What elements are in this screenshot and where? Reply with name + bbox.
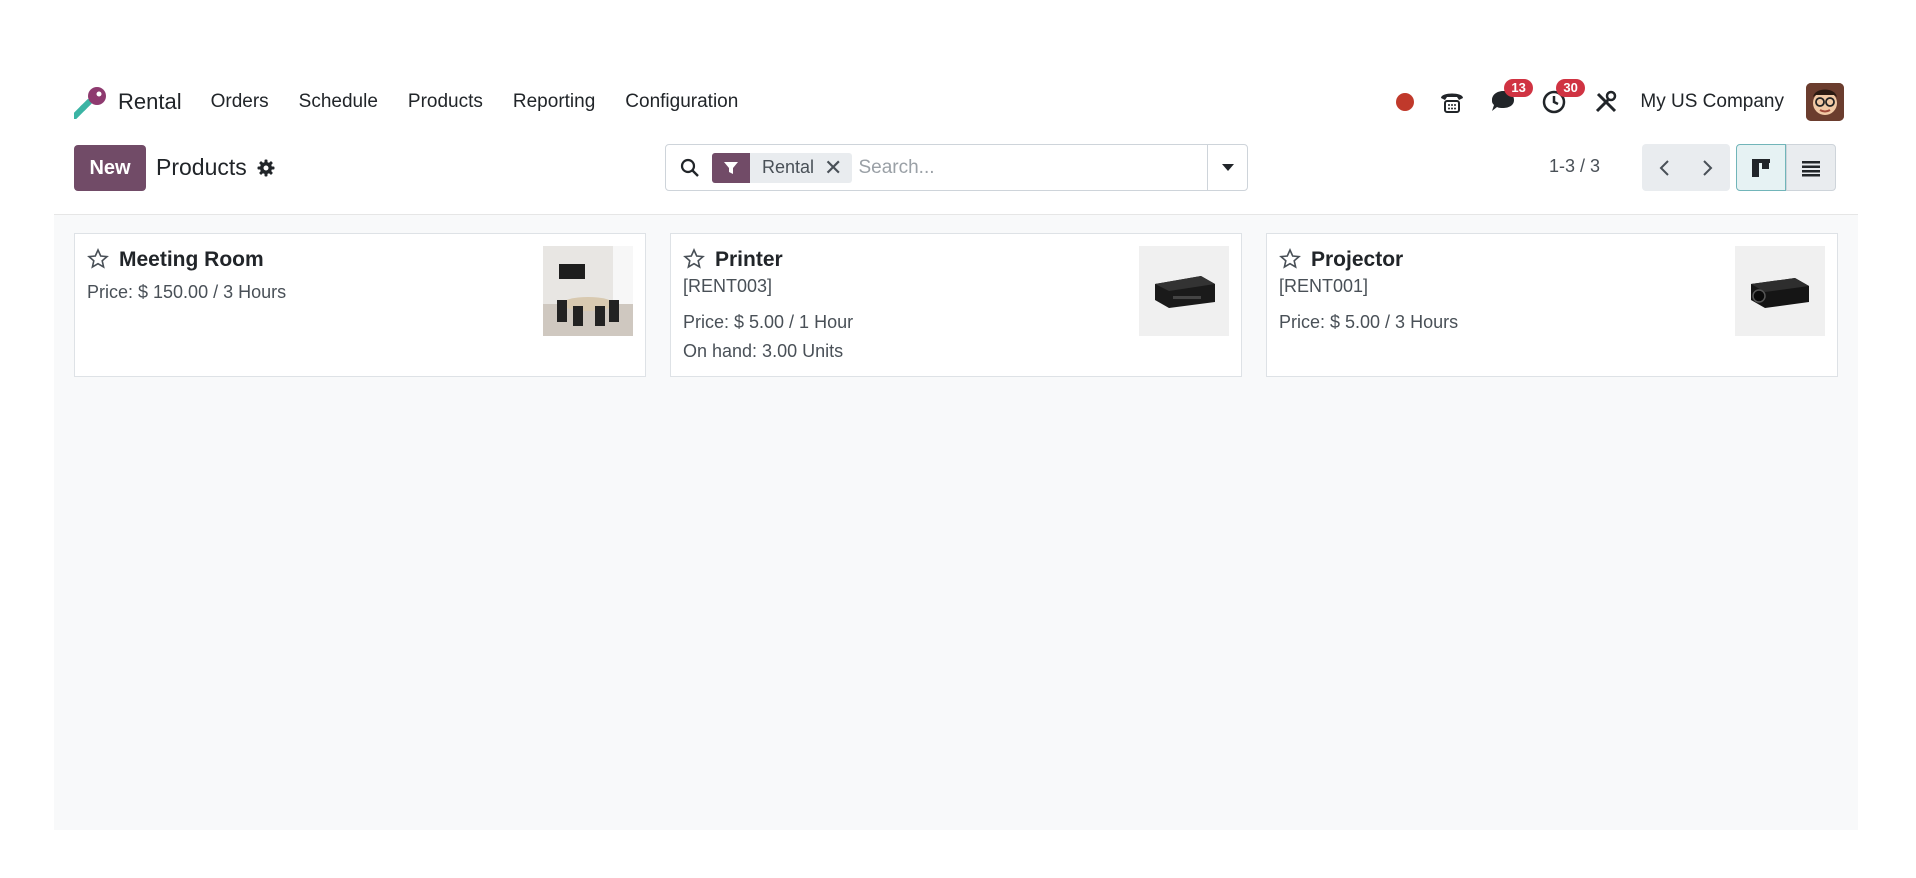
product-image [1139,246,1229,336]
kanban-card-printer[interactable]: Printer [RENT003] Price: $ 5.00 / 1 Hour… [670,233,1242,377]
gear-icon [257,159,275,176]
activities-button[interactable]: 30 [1542,79,1585,115]
menu-item-reporting[interactable]: Reporting [498,91,610,113]
activities-badge: 30 [1556,79,1585,97]
search-bar: Rental ✕ [665,144,1248,191]
user-avatar[interactable] [1806,83,1844,121]
favorite-star-button[interactable] [87,248,109,275]
caret-down-icon [1221,163,1234,171]
kanban-icon [1752,158,1770,177]
top-navbar: Rental Orders Schedule Products Reportin… [74,78,1844,126]
main-menu: Orders Schedule Products Reporting Confi… [196,91,754,113]
menu-item-schedule[interactable]: Schedule [284,91,393,113]
new-button[interactable]: New [74,145,146,191]
messages-badge: 13 [1504,79,1533,97]
chevron-right-icon [1703,159,1713,176]
list-view-button[interactable] [1786,144,1836,191]
search-input[interactable] [858,156,1207,179]
menu-item-products[interactable]: Products [393,91,498,113]
card-reference: [RENT003] [683,276,773,296]
pager-value[interactable]: 1-3 / 3 [1549,156,1600,177]
breadcrumb: Products [156,154,275,181]
card-reference: [RENT001] [1279,276,1369,296]
menu-item-orders[interactable]: Orders [196,91,284,113]
star-icon [87,248,109,269]
kanban-view-button[interactable] [1736,144,1786,191]
gear-button[interactable] [257,159,275,177]
search-icon[interactable] [680,158,700,178]
phone-button[interactable] [1438,89,1466,115]
card-price: Price: $ 5.00 / 3 Hours [1279,312,1459,332]
facet-remove-button[interactable]: ✕ [824,156,852,179]
product-image [1735,246,1825,336]
systray: 13 30 My US Company [1372,79,1844,121]
page-title: Products [156,154,247,180]
star-icon [1279,248,1301,269]
kanban-card-meeting-room[interactable]: Meeting Room Price: $ 150.00 / 3 Hours [74,233,646,377]
list-icon [1802,160,1820,176]
product-image [543,246,633,336]
star-icon [683,248,705,269]
menu-item-configuration[interactable]: Configuration [610,91,753,113]
printer-image [1139,246,1229,336]
phone-icon [1441,93,1464,113]
record-dot-icon [1396,93,1415,111]
user-avatar-icon [1806,83,1844,121]
meeting-room-image [543,246,633,336]
card-price: Price: $ 150.00 / 3 Hours [87,282,287,302]
facet-label: Rental [762,157,815,177]
control-panel: New Products Rental ✕ Search... 1-3 / 3 [74,144,1844,192]
favorite-star-button[interactable] [683,248,705,275]
projector-image [1735,246,1825,336]
card-title: Projector [1311,248,1404,271]
company-switcher[interactable]: My US Company [1640,91,1784,113]
app-frame: Rental Orders Schedule Products Reportin… [54,0,1858,830]
debug-tools-button[interactable] [1594,90,1618,114]
card-price: Price: $ 5.00 / 1 Hour [683,312,854,332]
card-title: Meeting Room [119,248,264,271]
card-on-hand: On hand: 3.00 Units [683,341,844,361]
tools-icon [1596,90,1617,113]
chevron-left-icon [1659,159,1669,176]
card-title: Printer [715,248,783,271]
messages-button[interactable]: 13 [1490,79,1533,115]
recording-indicator[interactable] [1396,93,1415,111]
pager-previous-button[interactable] [1642,144,1686,191]
app-brand[interactable]: Rental [74,85,182,119]
kanban-card-projector[interactable]: Projector [RENT001] Price: $ 5.00 / 3 Ho… [1266,233,1838,377]
favorite-star-button[interactable] [1279,248,1301,275]
rental-key-icon [74,87,106,119]
pager-next-button[interactable] [1686,144,1730,191]
kanban-view: Meeting Room Price: $ 150.00 / 3 Hours P… [54,214,1858,830]
search-options-toggle[interactable] [1207,145,1247,190]
app-name: Rental [118,89,182,114]
search-facet: Rental ✕ [712,152,853,183]
filter-icon [712,152,750,183]
